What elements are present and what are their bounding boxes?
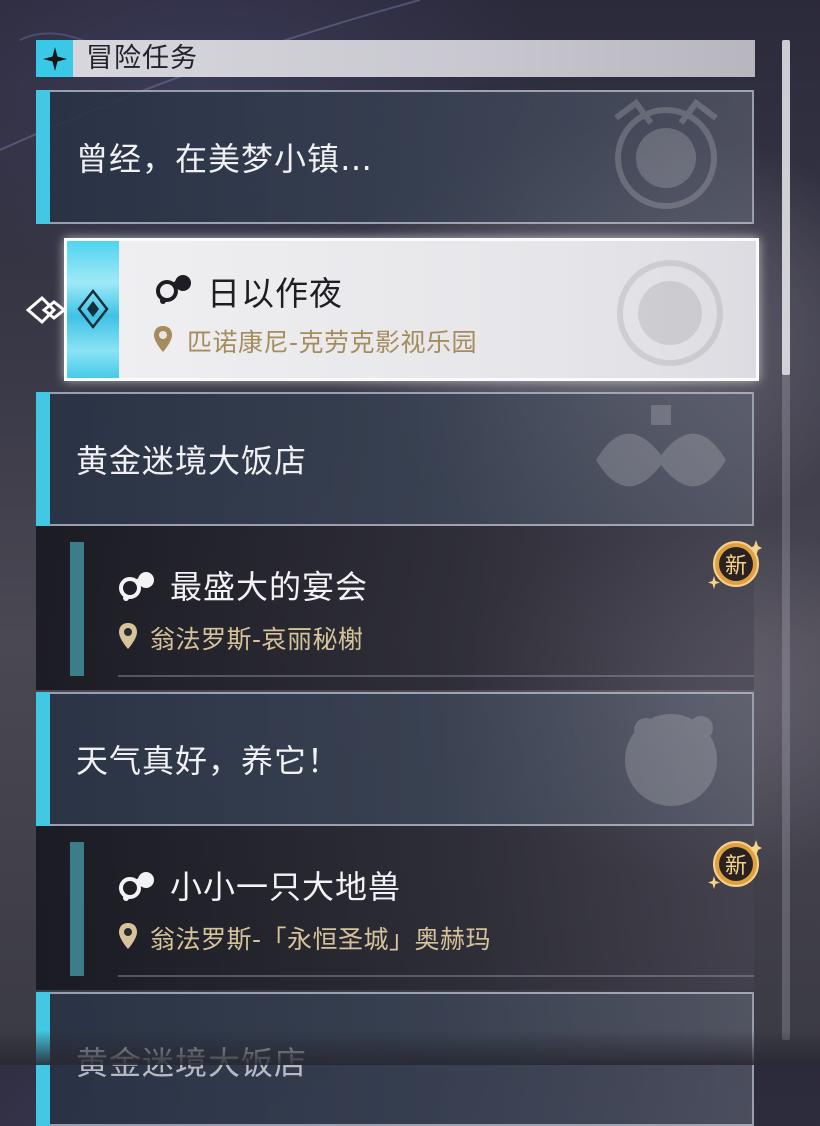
creature-emblem-icon <box>625 714 717 806</box>
new-badge: 新 <box>708 540 762 589</box>
quest-location: 翁法罗斯-哀丽秘榭 <box>150 625 364 654</box>
location-pin-icon <box>119 623 137 649</box>
selection-crystal-marker <box>67 241 119 378</box>
quest-location: 翁法罗斯-「永恒圣城」奥赫玛 <box>150 925 492 954</box>
adventure-quest-icon <box>119 872 154 901</box>
group-accent-bar <box>36 90 50 224</box>
quest-accent-bar <box>70 842 84 976</box>
selected-quest-location: 匹诺康尼-克劳克影视乐园 <box>187 328 478 357</box>
quest-group-header[interactable]: 天气真好，养它！ <box>36 692 754 826</box>
new-badge-label: 新 <box>725 854 747 879</box>
selected-quest-title: 日以作夜 <box>207 274 343 313</box>
dreamville-emblem-icon <box>614 98 718 209</box>
bottom-fade <box>0 1030 820 1065</box>
quest-row[interactable]: 最盛大的宴会 翁法罗斯-哀丽秘榭 <box>84 540 754 676</box>
new-badge: 新 <box>708 840 762 889</box>
quest-divider <box>118 675 754 677</box>
quest-group-header[interactable]: 黄金迷境大饭店 <box>36 392 754 526</box>
quest-group-header[interactable]: 曾经，在美梦小镇… <box>36 90 754 224</box>
quest-title: 最盛大的宴会 <box>170 568 369 606</box>
location-pin-icon <box>154 326 172 352</box>
group-accent-bar <box>36 692 50 826</box>
selected-quest-card[interactable]: 日以作夜 匹诺康尼-克劳克影视乐园 <box>64 238 759 381</box>
quest-title: 小小一只大地兽 <box>170 868 402 906</box>
new-badge-label: 新 <box>725 554 747 579</box>
quest-row[interactable]: 小小一只大地兽 翁法罗斯-「永恒圣城」奥赫玛 <box>84 840 754 976</box>
group-title: 天气真好，养它！ <box>76 742 341 780</box>
adventure-quest-icon <box>119 572 154 601</box>
diamond-icon <box>77 288 109 330</box>
group-accent-bar <box>36 392 50 526</box>
section-title: 冒险任务 <box>86 43 198 74</box>
section-header: 冒险任务 <box>36 40 755 77</box>
hotel-emblem-icon <box>596 405 726 487</box>
adventure-quest-icon <box>156 275 191 304</box>
selection-arrow-icon <box>25 295 66 325</box>
group-title: 曾经，在美梦小镇… <box>76 140 374 178</box>
sparkle-icon <box>36 40 73 77</box>
scrollbar-thumb[interactable] <box>782 40 790 375</box>
location-pin-icon <box>119 923 137 949</box>
quest-divider <box>118 975 754 977</box>
dreamville-emblem-icon <box>617 260 723 366</box>
quest-accent-bar <box>70 542 84 676</box>
group-title: 黄金迷境大饭店 <box>76 442 308 480</box>
